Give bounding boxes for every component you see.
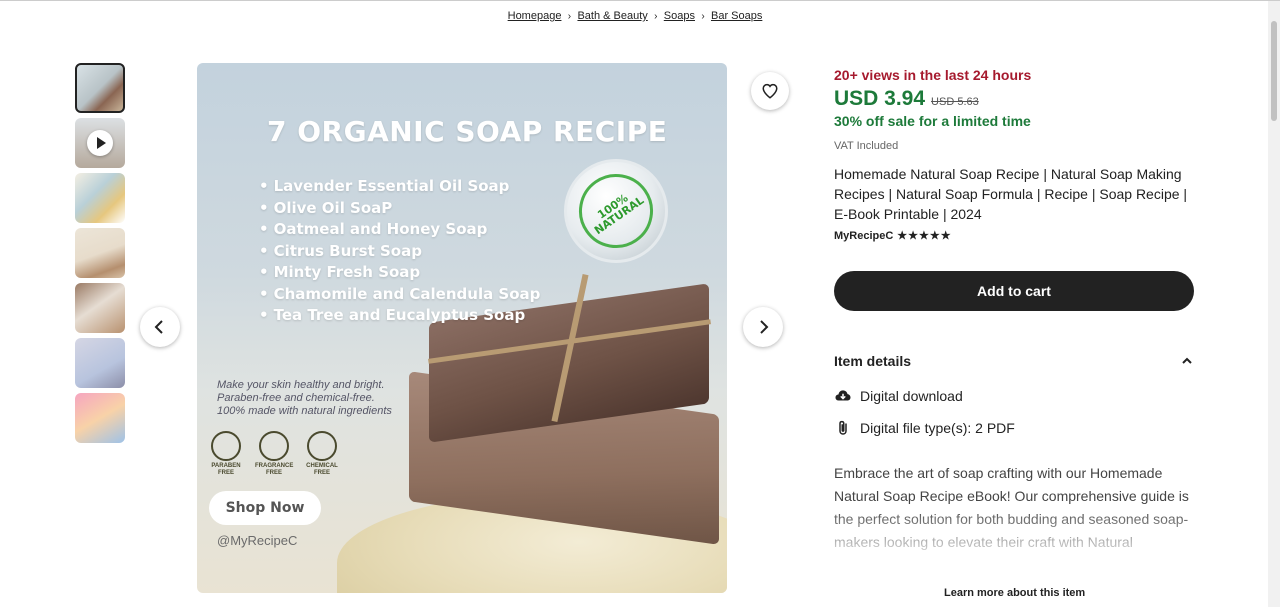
thumbnail-7[interactable]: [75, 393, 125, 443]
recipe-list: Lavender Essential Oil Soap Olive Oil So…: [259, 176, 541, 327]
shop-row: MyRecipeC ★★★★★: [834, 229, 1194, 243]
paraben-free-badge: PARABEN FREE: [207, 431, 245, 477]
chevron-up-icon: [1182, 357, 1192, 364]
breadcrumb-bath-beauty[interactable]: Bath & Beauty: [577, 10, 647, 22]
seal-text: 100% NATURAL: [591, 191, 647, 238]
chevron-left-icon: [154, 320, 163, 334]
digital-download-label: Digital download: [860, 388, 963, 404]
thumbnail-list: [75, 63, 125, 448]
paperclip-icon: [839, 420, 847, 435]
thumbnail-1[interactable]: [75, 63, 125, 113]
perfume-icon: [259, 431, 289, 461]
original-price: USD 5.63: [931, 96, 979, 108]
thumbnail-5[interactable]: [75, 283, 125, 333]
item-details-toggle[interactable]: Item details: [834, 353, 1194, 369]
chemical-free-badge: CHEMICAL FREE: [303, 431, 341, 477]
product-description: Embrace the art of soap crafting with ou…: [834, 462, 1194, 566]
breadcrumb-homepage[interactable]: Homepage: [508, 10, 562, 22]
cloud-download-icon: [835, 390, 851, 401]
vat-notice: VAT Included: [834, 140, 899, 152]
image-tagline: Make your skin healthy and bright. Parab…: [217, 379, 392, 418]
recipe-item: Citrus Burst Soap: [259, 241, 540, 263]
heart-icon: [762, 83, 778, 99]
badge-label: CHEMICAL FREE: [306, 463, 338, 476]
recipe-item: Tea Tree and Eucalyptus Soap: [259, 305, 540, 327]
recipe-item: Lavender Essential Oil Soap: [259, 176, 540, 198]
shop-now-label: Shop Now: [209, 491, 321, 525]
page-scrollbar[interactable]: [1268, 1, 1280, 607]
star-rating[interactable]: ★★★★★: [897, 229, 951, 242]
chevron-right-icon: ›: [567, 10, 572, 22]
chevron-right-icon: [760, 320, 769, 334]
thumbnail-video[interactable]: [75, 118, 125, 168]
recipe-item: Oatmeal and Honey Soap: [259, 219, 540, 241]
natural-seal: 100% NATURAL: [564, 159, 668, 263]
views-notice: 20+ views in the last 24 hours: [834, 67, 1032, 83]
flask-icon: [307, 431, 337, 461]
thumbnail-6[interactable]: [75, 338, 125, 388]
learn-more-link[interactable]: Learn more about this item: [944, 587, 1085, 599]
tagline-line: 100% made with natural ingredients: [217, 405, 392, 417]
play-icon: [87, 130, 113, 156]
breadcrumb-bar-soaps[interactable]: Bar Soaps: [711, 10, 762, 22]
file-type-row: Digital file type(s): 2 PDF: [834, 419, 1194, 437]
fragrance-free-badge: FRAGRANCE FREE: [255, 431, 293, 477]
thumbnail-4[interactable]: [75, 228, 125, 278]
sale-notice: 30% off sale for a limited time: [834, 113, 1031, 129]
product-title: Homemade Natural Soap Recipe | Natural S…: [834, 166, 1188, 222]
next-image-button[interactable]: [743, 307, 783, 347]
product-page: Homepage › Bath & Beauty › Soaps › Bar S…: [0, 0, 1280, 607]
chevron-right-icon: ›: [654, 10, 658, 22]
price-row: USD 3.94 USD 5.63: [834, 87, 1194, 111]
product-info-panel: 20+ views in the last 24 hours USD 3.94 …: [834, 67, 1194, 566]
favorite-button[interactable]: [751, 72, 789, 110]
leaf-icon: [211, 431, 241, 461]
add-to-cart-button[interactable]: Add to cart: [834, 271, 1194, 311]
sale-price: USD 3.94: [834, 87, 926, 110]
tagline-line: Make your skin healthy and bright.: [217, 379, 385, 391]
thumbnail-3[interactable]: [75, 173, 125, 223]
previous-image-button[interactable]: [140, 307, 180, 347]
badge-label: FRAGRANCE FREE: [255, 463, 294, 476]
breadcrumb-soaps[interactable]: Soaps: [664, 10, 695, 22]
file-type-label: Digital file type(s): 2 PDF: [860, 420, 1015, 436]
recipe-item: Olive Oil SoaP: [259, 198, 540, 220]
recipe-item: Minty Fresh Soap: [259, 262, 540, 284]
main-product-image[interactable]: 7 ORGANIC SOAP RECIPE Lavender Essential…: [197, 63, 727, 593]
badge-label: PARABEN FREE: [211, 463, 241, 476]
shop-name-link[interactable]: MyRecipeC: [834, 230, 893, 242]
recipe-item: Chamomile and Calendula Soap: [259, 284, 541, 306]
badge-row: PARABEN FREE FRAGRANCE FREE CHEMICAL FRE…: [207, 431, 341, 477]
item-details-title: Item details: [834, 353, 912, 369]
tagline-line: Paraben-free and chemical-free.: [217, 392, 375, 404]
digital-download-row: Digital download: [834, 387, 1194, 405]
scrollbar-thumb[interactable]: [1271, 21, 1277, 121]
shop-handle: @MyRecipeC: [217, 533, 298, 548]
breadcrumb: Homepage › Bath & Beauty › Soaps › Bar S…: [0, 10, 1270, 22]
image-title: 7 ORGANIC SOAP RECIPE: [267, 115, 668, 148]
chevron-right-icon: ›: [701, 10, 705, 22]
